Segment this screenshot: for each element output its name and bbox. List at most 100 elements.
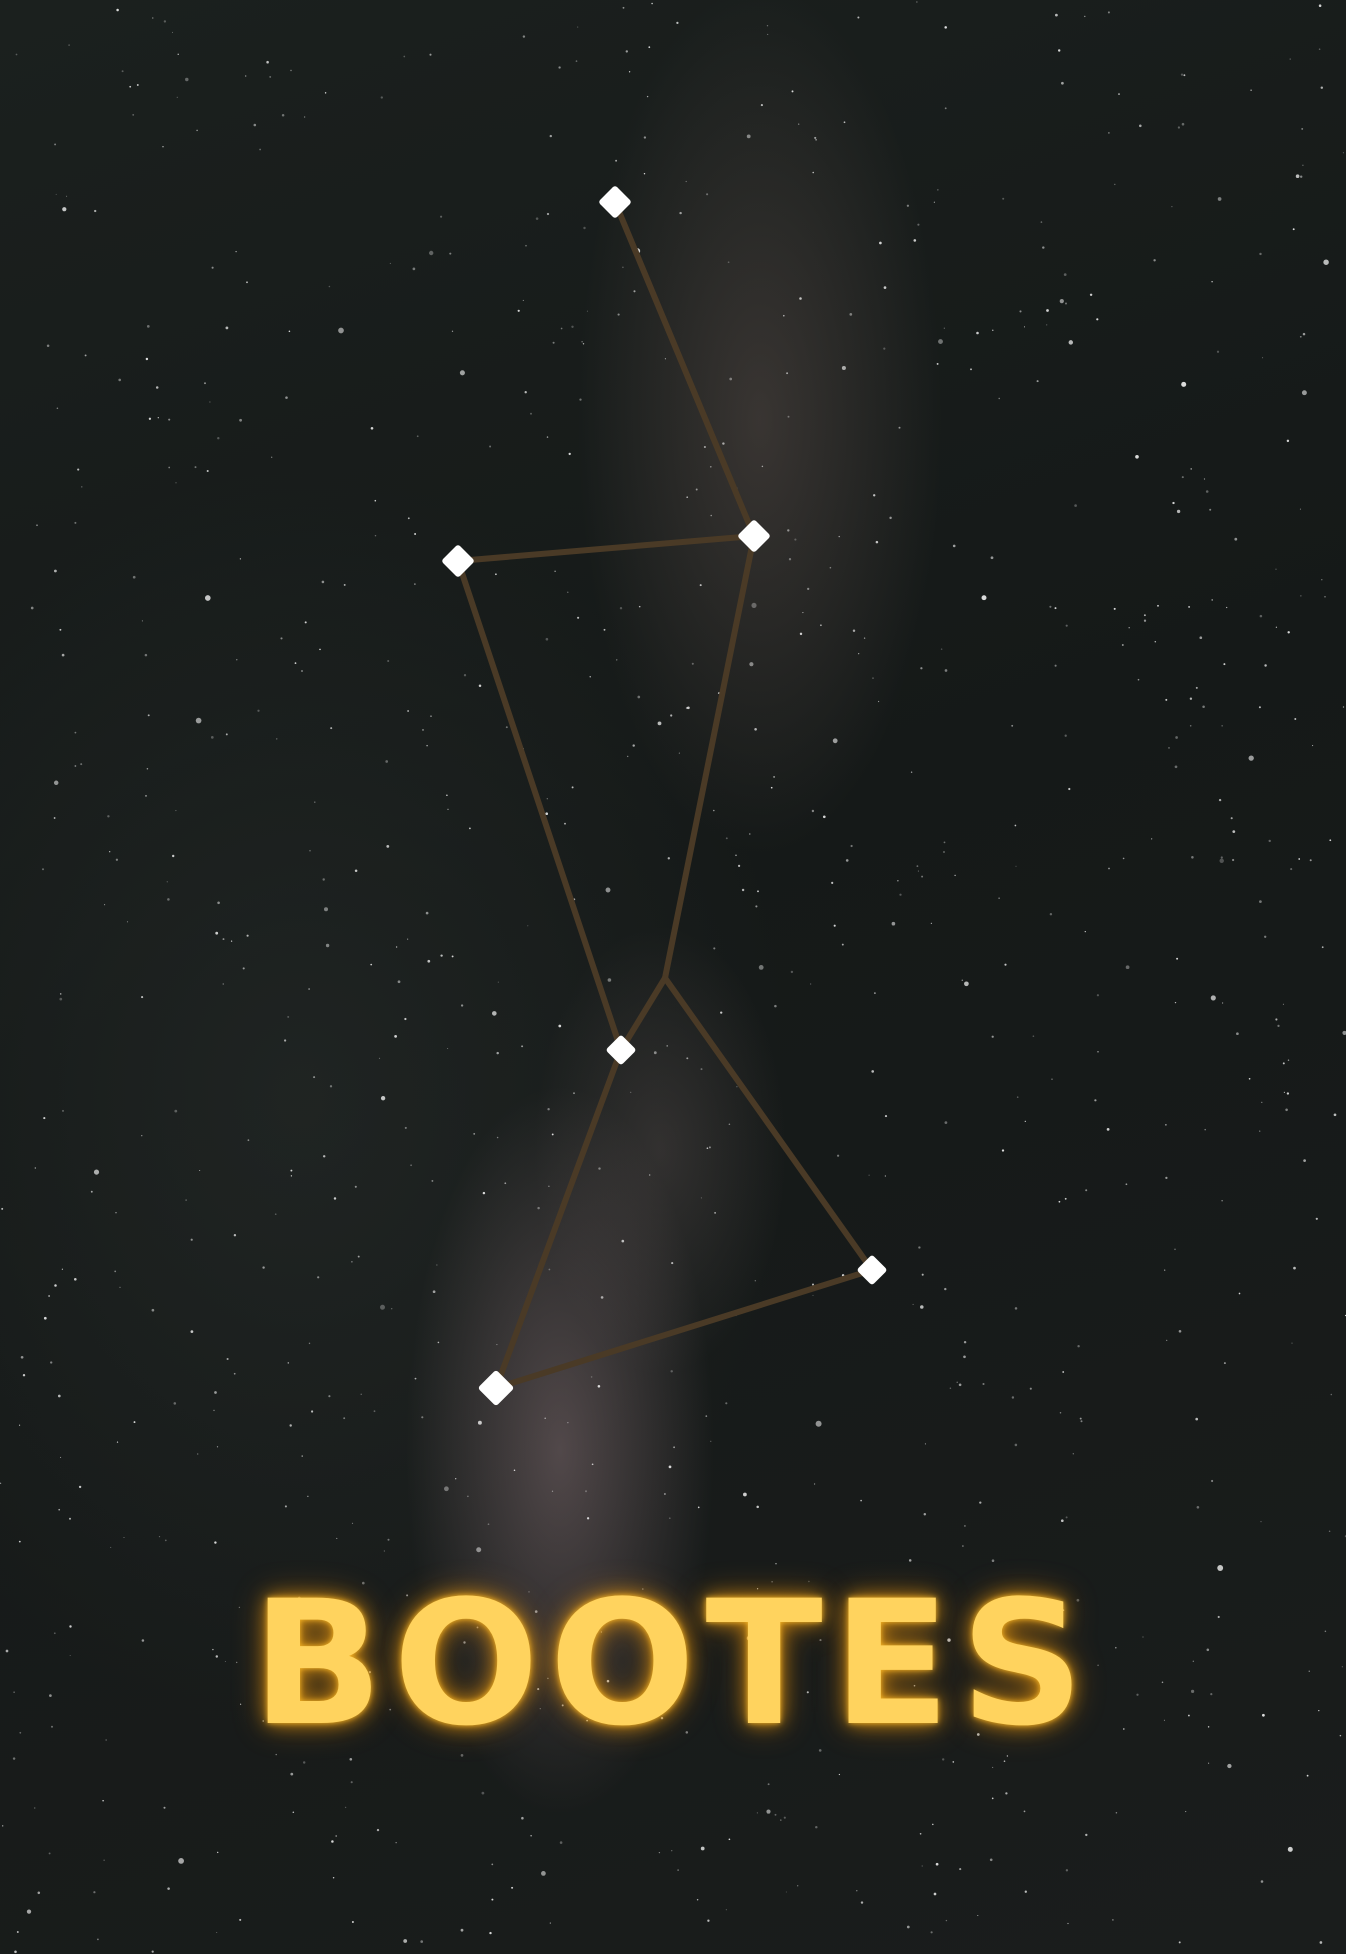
background-star xyxy=(756,1812,759,1814)
background-star xyxy=(1298,858,1301,860)
background-star xyxy=(1065,624,1068,627)
background-star xyxy=(496,1136,499,1139)
background-star xyxy=(1248,755,1254,761)
background-star xyxy=(410,1164,412,1167)
background-star xyxy=(992,1766,994,1768)
background-star xyxy=(1079,1417,1082,1420)
background-star xyxy=(422,729,424,731)
background-star xyxy=(912,1303,914,1305)
background-star xyxy=(1065,1869,1069,1872)
background-star xyxy=(319,648,321,651)
background-star xyxy=(831,881,834,884)
background-star xyxy=(168,418,171,421)
background-star xyxy=(1004,963,1007,966)
background-star xyxy=(787,415,790,418)
background-star xyxy=(1299,508,1301,510)
background-star xyxy=(174,1109,178,1113)
background-star xyxy=(1059,298,1064,304)
background-star xyxy=(590,1376,593,1378)
background-star xyxy=(686,1057,689,1060)
background-star xyxy=(625,50,628,53)
background-star xyxy=(741,888,745,892)
background-star xyxy=(686,496,689,499)
background-star xyxy=(476,1547,482,1553)
background-star xyxy=(598,1167,601,1170)
background-star xyxy=(1171,205,1173,208)
background-star xyxy=(949,1387,952,1389)
background-star xyxy=(110,1546,112,1548)
background-star xyxy=(921,875,924,878)
background-star xyxy=(116,8,119,12)
background-star xyxy=(607,978,612,982)
background-star xyxy=(269,75,272,78)
background-star xyxy=(1282,1003,1284,1005)
background-star xyxy=(414,533,417,535)
background-star xyxy=(679,211,682,215)
background-star xyxy=(728,1838,731,1841)
background-star xyxy=(678,752,680,754)
background-star xyxy=(677,1869,679,1871)
background-star xyxy=(168,466,171,469)
background-star xyxy=(1125,965,1130,970)
background-star xyxy=(699,584,702,587)
background-star xyxy=(167,1887,170,1890)
background-star xyxy=(427,959,431,963)
background-star xyxy=(1195,1417,1199,1421)
background-star xyxy=(459,370,465,376)
background-star xyxy=(199,1170,201,1171)
background-star xyxy=(638,605,641,608)
background-star xyxy=(619,606,623,610)
background-star xyxy=(586,1517,590,1520)
background-star xyxy=(833,924,836,927)
background-star xyxy=(577,616,580,619)
background-star xyxy=(1342,152,1344,154)
background-star xyxy=(549,1922,551,1924)
background-star xyxy=(1011,1396,1015,1399)
background-star xyxy=(767,33,769,35)
background-star xyxy=(1074,504,1077,507)
background-star xyxy=(129,85,132,88)
background-star xyxy=(541,1871,546,1876)
background-star xyxy=(1287,1846,1293,1852)
background-star xyxy=(1328,1530,1331,1533)
background-star xyxy=(1286,439,1290,443)
background-star xyxy=(749,662,754,667)
background-star xyxy=(394,1035,397,1038)
background-star xyxy=(767,1783,770,1786)
background-star xyxy=(307,1495,309,1497)
background-star xyxy=(1292,228,1295,231)
background-star xyxy=(155,386,159,389)
background-star xyxy=(713,947,716,950)
background-star xyxy=(274,1213,277,1216)
background-star xyxy=(586,310,588,312)
background-star xyxy=(1299,335,1302,338)
background-star xyxy=(521,1816,524,1820)
background-star xyxy=(294,662,297,664)
background-star xyxy=(1011,724,1014,727)
background-star xyxy=(271,456,273,458)
background-star xyxy=(571,325,574,328)
background-star xyxy=(324,92,327,94)
background-star xyxy=(370,426,374,430)
background-star xyxy=(173,1402,177,1405)
background-star xyxy=(524,391,527,394)
background-star xyxy=(991,1035,994,1038)
background-star xyxy=(226,1357,229,1361)
background-star xyxy=(883,347,886,350)
background-star xyxy=(691,662,694,665)
background-star xyxy=(786,372,789,375)
background-star xyxy=(1221,725,1223,727)
background-star xyxy=(798,123,800,125)
background-star xyxy=(325,943,330,948)
background-star xyxy=(754,728,757,731)
background-star xyxy=(1312,745,1314,747)
background-star xyxy=(906,204,910,207)
background-star xyxy=(145,357,149,361)
background-star xyxy=(1190,468,1193,470)
background-star xyxy=(1259,1130,1261,1132)
background-star xyxy=(560,327,563,330)
background-star xyxy=(12,1757,16,1760)
background-star xyxy=(548,1185,550,1187)
background-star xyxy=(217,901,220,905)
background-star xyxy=(300,669,304,673)
